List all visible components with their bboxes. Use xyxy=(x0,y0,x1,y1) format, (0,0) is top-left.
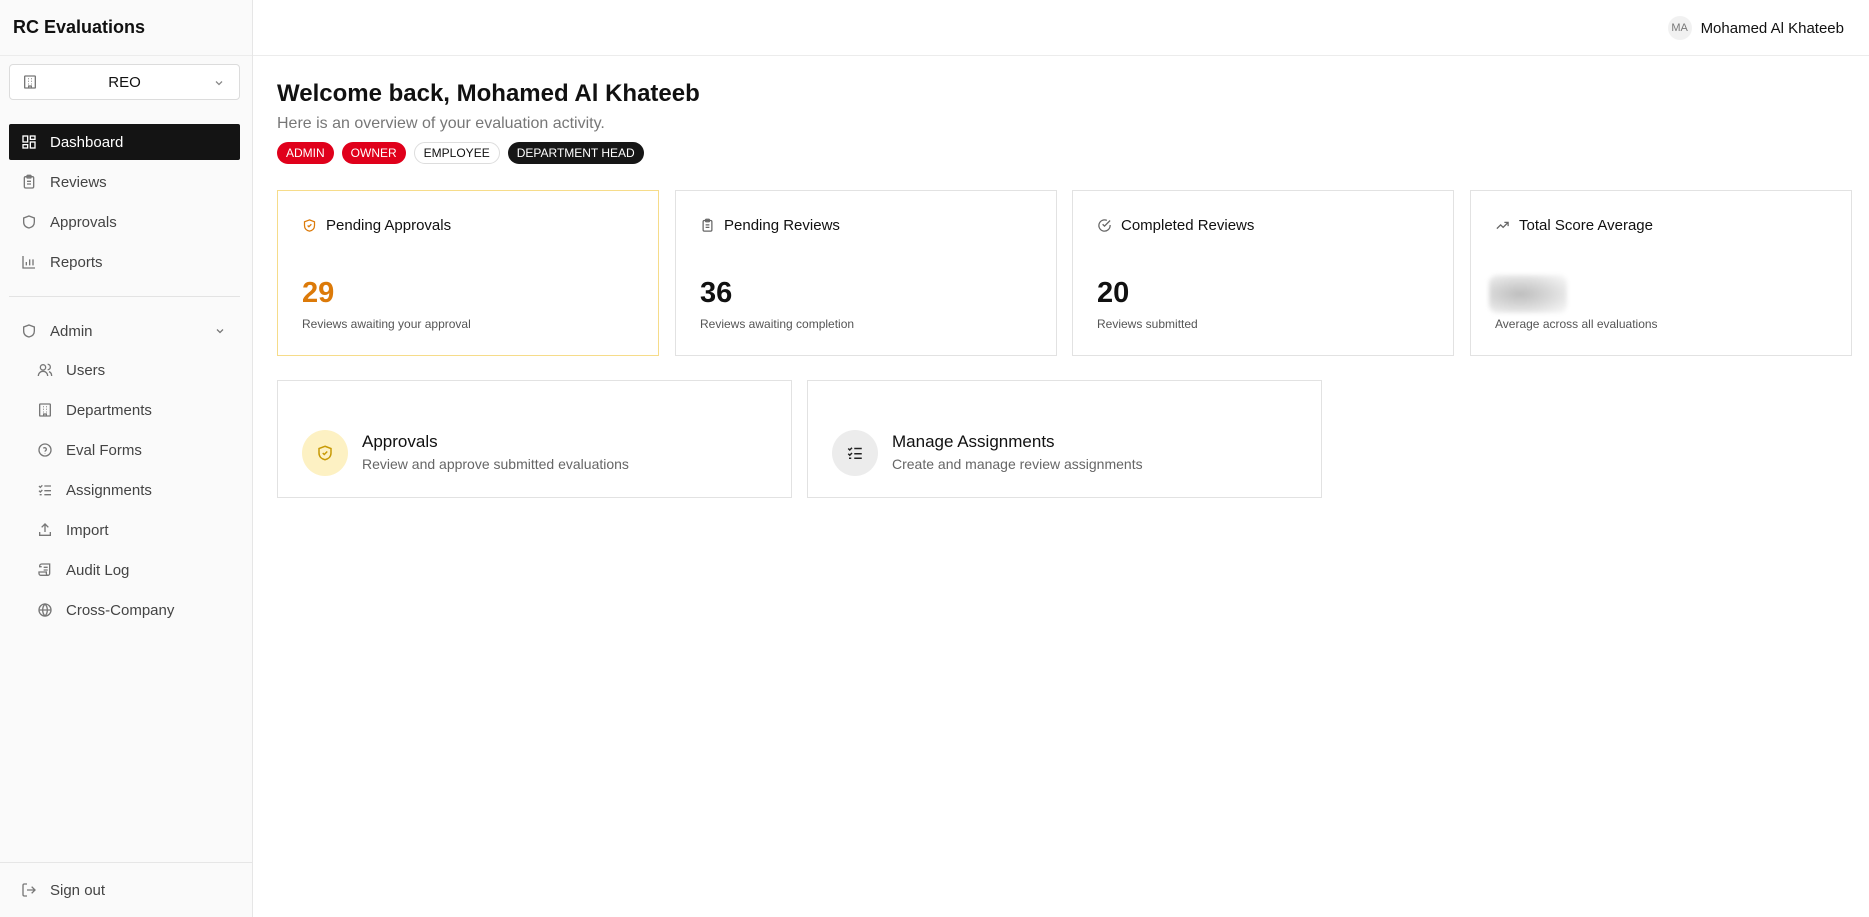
nav-item-reports[interactable]: Reports xyxy=(9,244,240,280)
nav-item-label: Audit Log xyxy=(66,561,130,579)
nav-item-label: Reports xyxy=(50,253,103,271)
shield-icon xyxy=(23,324,35,338)
stat-card-pending-reviews[interactable]: Pending Reviews 36 Reviews awaiting comp… xyxy=(675,190,1057,356)
stat-card-header: Total Score Average xyxy=(1495,217,1653,234)
stat-card-header: Pending Reviews xyxy=(700,217,840,234)
action-card-description: Create and manage review assignments xyxy=(892,456,1143,472)
nav-admin-toggle[interactable]: Admin xyxy=(9,313,240,349)
stat-card-header: Pending Approvals xyxy=(302,217,451,234)
nav-item-eval-forms[interactable]: Eval Forms xyxy=(25,432,240,468)
loading-skeleton xyxy=(1489,275,1567,313)
stat-card-total-score-average[interactable]: Total Score Average Average across all e… xyxy=(1470,190,1852,356)
users-icon xyxy=(37,363,53,377)
nav-item-import[interactable]: Import xyxy=(25,512,240,548)
nav-item-reviews[interactable]: Reviews xyxy=(9,164,240,200)
user-menu[interactable]: MA Mohamed Al Khateeb xyxy=(1667,16,1844,40)
shield-icon xyxy=(23,215,35,229)
welcome-section: Welcome back, Mohamed Al Khateeb Here is… xyxy=(277,80,700,164)
organization-select[interactable]: REO xyxy=(9,64,240,100)
shield-check-icon xyxy=(303,219,316,232)
building-icon xyxy=(39,403,51,417)
stat-card-value: 20 xyxy=(1097,277,1130,309)
stat-card-description: Reviews awaiting your approval xyxy=(302,317,471,331)
nav-item-label: Users xyxy=(66,361,106,379)
user-name: Mohamed Al Khateeb xyxy=(1700,19,1844,37)
nav-item-label: Assignments xyxy=(66,481,152,499)
topbar: MA Mohamed Al Khateeb xyxy=(253,0,1869,56)
nav-item-label: Approvals xyxy=(50,213,117,231)
stat-card-title: Completed Reviews xyxy=(1121,217,1255,234)
action-card-description: Review and approve submitted evaluations xyxy=(362,456,629,472)
nav-item-approvals[interactable]: Approvals xyxy=(9,204,240,240)
nav-item-users[interactable]: Users xyxy=(25,352,240,388)
sidebar: RC Evaluations REO Dashboard Reviews App… xyxy=(0,0,253,917)
role-badge-employee: EMPLOYEE xyxy=(413,142,500,164)
admin-subnav: Users Departments Eval Forms Assignments… xyxy=(25,352,240,632)
nav-item-label: Dashboard xyxy=(50,133,124,151)
nav-item-label: Reviews xyxy=(50,173,107,191)
globe-icon xyxy=(38,603,52,617)
action-icon-wrapper xyxy=(832,430,878,476)
list-checks-icon xyxy=(847,447,862,459)
stat-card-title: Total Score Average xyxy=(1519,217,1653,234)
nav-admin-label: Admin xyxy=(50,322,93,340)
organization-select-value: REO xyxy=(108,73,141,91)
sidebar-divider xyxy=(9,296,240,297)
stat-card-title: Pending Reviews xyxy=(724,217,840,234)
page-title: Welcome back, Mohamed Al Khateeb xyxy=(277,80,700,107)
building-icon xyxy=(22,74,38,94)
chevron-down-icon xyxy=(216,329,224,334)
stat-card-description: Average across all evaluations xyxy=(1495,317,1658,331)
sign-out-label: Sign out xyxy=(50,881,106,899)
scroll-icon xyxy=(38,563,51,576)
stat-card-description: Reviews awaiting completion xyxy=(700,317,855,331)
action-card-manage-assignments[interactable]: Manage Assignments Create and manage rev… xyxy=(807,380,1322,498)
nav-item-dashboard[interactable]: Dashboard xyxy=(9,124,240,160)
dashboard-icon xyxy=(22,135,36,149)
check-circle-icon xyxy=(1098,219,1111,232)
list-checks-icon xyxy=(38,484,51,496)
action-card-approvals[interactable]: Approvals Review and approve submitted e… xyxy=(277,380,792,498)
sign-out-button[interactable]: Sign out xyxy=(0,862,253,917)
nav-item-label: Cross-Company xyxy=(66,601,175,619)
log-out-icon xyxy=(22,883,36,897)
stat-card-title: Pending Approvals xyxy=(326,217,452,234)
help-circle-icon xyxy=(38,443,52,457)
action-card-title: Manage Assignments xyxy=(892,432,1055,451)
role-badges: ADMIN OWNER EMPLOYEE DEPARTMENT HEAD xyxy=(277,142,700,164)
nav-item-departments[interactable]: Departments xyxy=(25,392,240,428)
chevron-down-icon xyxy=(213,76,225,93)
upload-icon xyxy=(39,523,51,536)
stat-card-header: Completed Reviews xyxy=(1097,217,1254,234)
bar-chart-icon xyxy=(22,256,35,269)
stat-card-pending-approvals[interactable]: Pending Approvals 29 Reviews awaiting yo… xyxy=(277,190,659,356)
action-icon-wrapper xyxy=(302,430,348,476)
shield-check-icon xyxy=(318,445,332,461)
page-subtitle: Here is an overview of your evaluation a… xyxy=(277,115,605,132)
nav-item-cross-company[interactable]: Cross-Company xyxy=(25,592,240,628)
stat-card-completed-reviews[interactable]: Completed Reviews 20 Reviews submitted xyxy=(1072,190,1454,356)
role-badge-owner: OWNER xyxy=(341,142,406,164)
trending-up-icon xyxy=(1496,221,1509,230)
nav-item-label: Import xyxy=(66,521,109,539)
stat-card-value: 36 xyxy=(700,277,733,309)
nav-item-audit-log[interactable]: Audit Log xyxy=(25,552,240,588)
nav-item-assignments[interactable]: Assignments xyxy=(25,472,240,508)
nav-item-label: Eval Forms xyxy=(66,441,142,459)
action-card-title: Approvals xyxy=(362,432,438,451)
nav-item-label: Departments xyxy=(66,401,152,419)
clipboard-icon xyxy=(702,218,713,232)
app-title: RC Evaluations xyxy=(0,0,252,56)
avatar: MA xyxy=(1667,16,1692,40)
main-nav: Dashboard Reviews Approvals Reports xyxy=(9,124,240,284)
stat-card-value: 29 xyxy=(302,277,335,309)
role-badge-department-head: DEPARTMENT HEAD xyxy=(507,142,644,164)
role-badge-admin: ADMIN xyxy=(277,142,334,164)
stat-card-description: Reviews submitted xyxy=(1097,317,1198,331)
clipboard-icon xyxy=(23,174,35,189)
